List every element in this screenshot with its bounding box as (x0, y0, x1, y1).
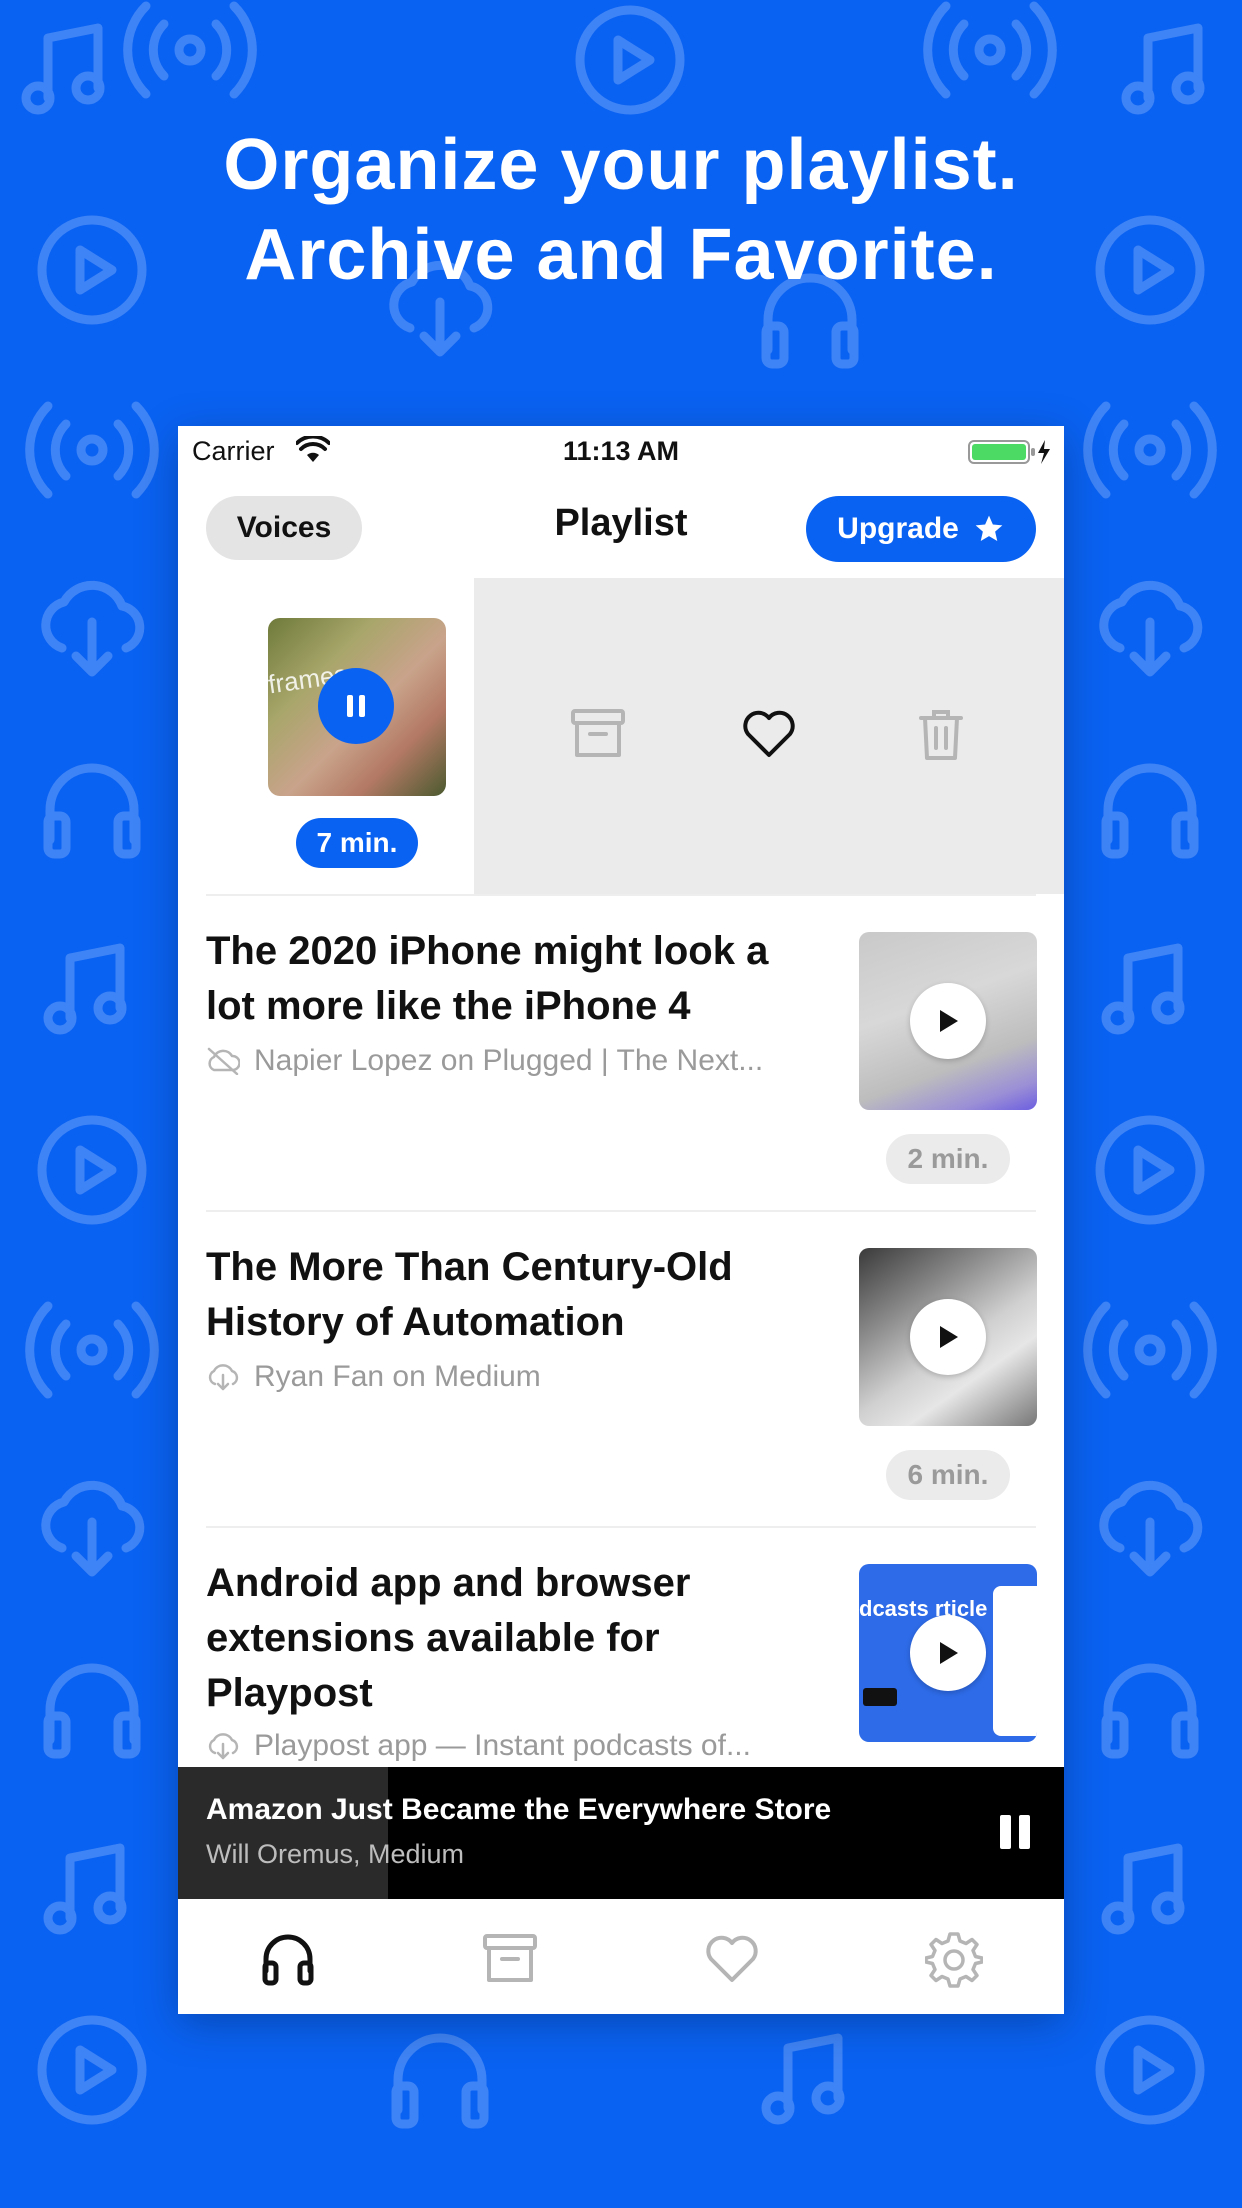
duration-badge: 6 min. (886, 1450, 1010, 1500)
now-playing-title: Amazon Just Became the Everywhere Store (206, 1793, 832, 1826)
divider (206, 1526, 1036, 1528)
heart-icon (706, 1935, 758, 1982)
archive-icon[interactable] (570, 708, 626, 760)
item-title: The 2020 iPhone might look a lot more li… (206, 929, 769, 1028)
swiped-playlist-row: frames 7 min. (178, 578, 1064, 894)
now-playing-bar[interactable]: Amazon Just Became the Everywhere Store … (178, 1767, 1064, 1899)
play-icon (940, 1642, 958, 1664)
duration-badge: 7 min. (296, 818, 418, 868)
play-icon (940, 1326, 958, 1348)
star-icon (975, 515, 1003, 541)
tab-archive[interactable] (478, 1927, 542, 1991)
headline: Organize your playlist. Archive and Favo… (0, 120, 1242, 300)
trash-icon[interactable] (918, 708, 964, 762)
pause-icon[interactable] (998, 1813, 1032, 1851)
thumbnail-phone-card (993, 1586, 1037, 1736)
item-title: The More Than Century-Old History of Aut… (206, 1245, 733, 1344)
voices-button[interactable]: Voices (206, 496, 362, 560)
playlist-item[interactable]: The 2020 iPhone might look a lot more li… (178, 894, 1064, 1210)
upgrade-button[interactable]: Upgrade (806, 496, 1036, 562)
duration-badge: 2 min. (886, 1134, 1010, 1184)
swiped-item-card[interactable]: frames 7 min. (178, 578, 474, 894)
playlist-item[interactable]: The More Than Century-Old History of Aut… (178, 1210, 1064, 1526)
nav-bar: Voices Playlist Upgrade (178, 478, 1064, 578)
item-thumbnail (859, 1248, 1037, 1426)
phone-screen: Carrier 11:13 AM Voices Playlist Upgrade… (178, 426, 1064, 2014)
headphones-icon (262, 1934, 314, 1986)
tab-settings[interactable] (922, 1927, 986, 1991)
cloud-offline-icon (207, 1047, 240, 1075)
pause-icon (347, 695, 365, 717)
tab-favorites[interactable] (700, 1927, 764, 1991)
status-time: 11:13 AM (562, 436, 680, 466)
playback-progress (178, 1767, 388, 1899)
cloud-download-icon (208, 1364, 239, 1391)
item-play-button[interactable] (910, 1299, 986, 1375)
item-source: Playpost app — Instant podcasts of... (206, 1729, 806, 1763)
headline-line-1: Organize your playlist. (223, 125, 1019, 205)
gear-icon (925, 1932, 983, 1988)
archive-icon (483, 1934, 537, 1982)
item-title: Android app and browser extensions avail… (206, 1561, 691, 1715)
item-pause-button[interactable] (318, 668, 394, 744)
heart-icon[interactable] (741, 708, 797, 760)
tab-bar (178, 1899, 1064, 2014)
item-thumbnail (859, 932, 1037, 1110)
divider (206, 1210, 1036, 1212)
upgrade-button-label: Upgrade (837, 512, 959, 545)
tab-playlist[interactable] (256, 1927, 320, 1991)
item-play-button[interactable] (910, 983, 986, 1059)
item-source: Ryan Fan on Medium (206, 1360, 806, 1394)
item-play-button[interactable] (910, 1615, 986, 1691)
headline-line-2: Archive and Favorite. (244, 215, 998, 295)
battery-icon (968, 440, 1050, 464)
thumbnail-store-badge (863, 1688, 897, 1706)
cloud-download-icon (208, 1733, 239, 1760)
status-bar: Carrier 11:13 AM (178, 426, 1064, 478)
play-icon (940, 1010, 958, 1032)
divider (206, 894, 1036, 896)
thumbnail-text: dcasts rticle (859, 1596, 988, 1621)
item-source: Napier Lopez on Plugged | The Next... (206, 1044, 806, 1078)
item-thumbnail: dcasts rticle (859, 1564, 1037, 1742)
now-playing-subtitle: Will Oremus, Medium (206, 1839, 465, 1869)
